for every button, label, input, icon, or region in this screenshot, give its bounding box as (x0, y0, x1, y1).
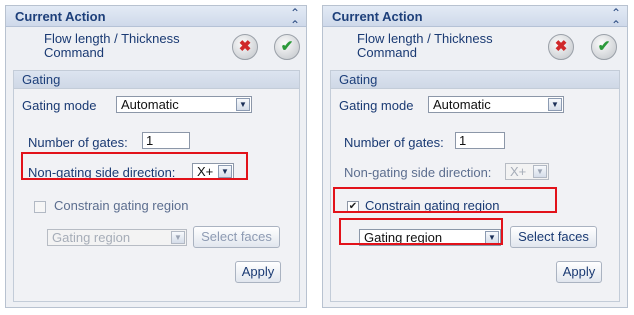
side-direction-select[interactable]: X+ ▼ (192, 163, 234, 180)
apply-button[interactable]: Apply (235, 261, 281, 283)
panel-titlebar: Current Action ⌃ ⌃ (323, 6, 627, 31)
chevron-down-icon[interactable]: ▼ (485, 231, 499, 244)
panel-title: Current Action (332, 9, 423, 24)
side-direction-value: X+ (197, 164, 214, 179)
constrain-gating-region-checkbox[interactable]: ✔ (347, 201, 359, 213)
ok-icon[interactable]: ✔ (591, 34, 617, 60)
cancel-icon[interactable]: ✖ (232, 34, 258, 60)
gating-mode-select[interactable]: Automatic ▼ (116, 96, 252, 113)
side-direction-select[interactable]: X+ ▼ (505, 163, 549, 180)
gating-mode-label: Gating mode (339, 98, 414, 113)
gating-region-value: Gating region (364, 230, 443, 245)
apply-button[interactable]: Apply (556, 261, 602, 283)
chevron-down-icon[interactable]: ▼ (533, 165, 547, 178)
gating-section-header[interactable]: Gating (14, 71, 299, 89)
panel-titlebar: Current Action ⌃ ⌃ (6, 6, 306, 31)
gating-section: Gating Gating mode Automatic ▼ Number of… (13, 70, 300, 302)
gating-section-title: Gating (339, 72, 378, 87)
panel-title: Current Action (15, 9, 106, 24)
chevron-down-icon[interactable]: ▼ (548, 98, 562, 111)
gating-mode-value: Automatic (433, 97, 491, 112)
gating-region-select[interactable]: Gating region ▼ (47, 229, 187, 246)
gating-region-select[interactable]: Gating region ▼ (359, 229, 501, 246)
select-faces-button[interactable]: Select faces (193, 226, 280, 248)
constrain-gating-region-checkbox[interactable] (34, 201, 46, 213)
chevron-down-icon[interactable]: ▼ (218, 165, 232, 178)
number-of-gates-input[interactable]: 1 (455, 132, 505, 149)
command-name: Flow length / Thickness Command (44, 31, 180, 60)
gating-section: Gating Gating mode Automatic ▼ Number of… (330, 70, 620, 302)
gating-region-value: Gating region (52, 230, 131, 245)
constrain-gating-region-label: Constrain gating region (365, 198, 500, 213)
current-action-panel-right: Current Action ⌃ ⌃ Flow length / Thicknes… (322, 5, 628, 308)
gating-mode-select[interactable]: Automatic ▼ (428, 96, 564, 113)
side-direction-value: X+ (510, 164, 527, 179)
cancel-icon[interactable]: ✖ (548, 34, 574, 60)
number-of-gates-label: Number of gates: (344, 135, 444, 150)
gating-mode-value: Automatic (121, 97, 179, 112)
collapse-chevron-icon[interactable]: ⌃ ⌃ (290, 7, 300, 31)
non-gating-side-direction-label: Non-gating side direction: (28, 165, 176, 180)
collapse-chevron-icon[interactable]: ⌃ ⌃ (611, 7, 621, 31)
chevron-down-icon[interactable]: ▼ (171, 231, 185, 244)
gating-section-title: Gating (22, 72, 61, 87)
number-of-gates-label: Number of gates: (28, 135, 128, 150)
command-name: Flow length / Thickness Command (357, 31, 493, 60)
gating-section-header[interactable]: Gating (331, 71, 619, 89)
number-of-gates-input[interactable]: 1 (142, 132, 190, 149)
current-action-panel-left: Current Action ⌃ ⌃ Flow length / Thicknes… (5, 5, 307, 308)
constrain-gating-region-label: Constrain gating region (54, 198, 189, 213)
non-gating-side-direction-label: Non-gating side direction: (344, 165, 492, 180)
gating-mode-label: Gating mode (22, 98, 97, 113)
select-faces-button[interactable]: Select faces (510, 226, 597, 248)
chevron-down-icon[interactable]: ▼ (236, 98, 250, 111)
ok-icon[interactable]: ✔ (274, 34, 300, 60)
